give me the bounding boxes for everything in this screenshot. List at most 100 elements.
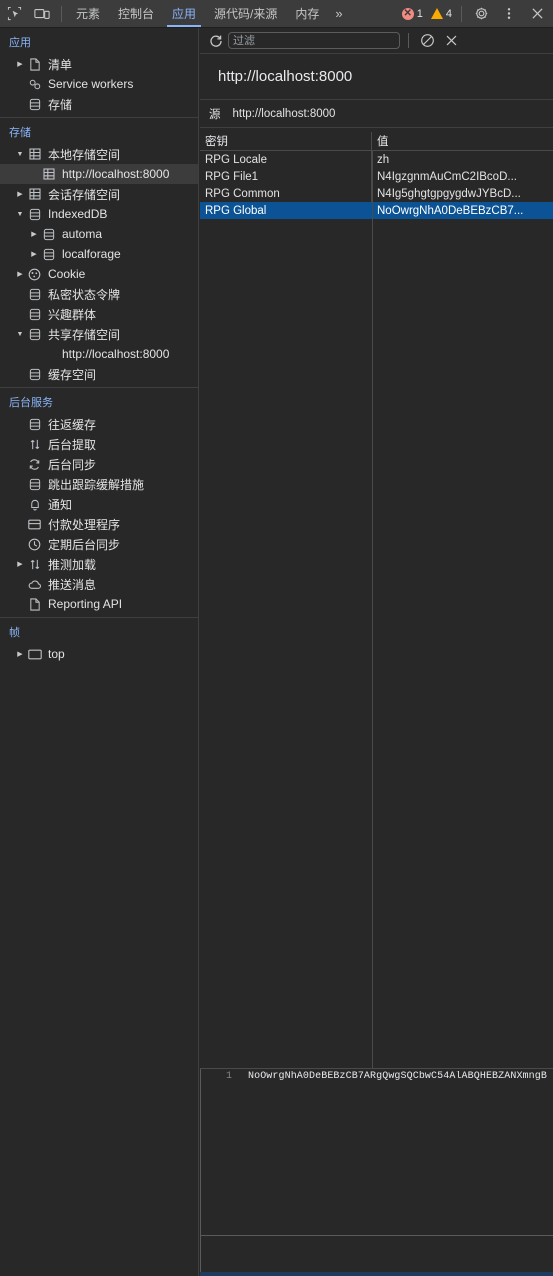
kebab-menu-icon[interactable] [495, 6, 523, 21]
cell-value: zh [377, 153, 390, 166]
sidebar-item-manifest[interactable]: 清单 [0, 54, 198, 74]
more-tabs-button[interactable]: » [328, 0, 349, 27]
sidebar-item-frame-top[interactable]: top [0, 644, 198, 664]
table-empty-area [200, 151, 553, 1068]
delete-selected-icon[interactable] [439, 29, 463, 53]
arrows-updown-icon [26, 558, 43, 571]
refresh-icon[interactable] [204, 29, 228, 53]
tab-application[interactable]: 应用 [163, 0, 205, 27]
warning-counter[interactable]: 4 [427, 8, 456, 20]
sidebar-item-periodic-background-sync[interactable]: 定期后台同步 [0, 534, 198, 554]
sidebar-item-indexeddb-localforage-label: localforage [62, 247, 121, 261]
device-toolbar-icon[interactable] [28, 0, 56, 27]
sidebar-item-storage[interactable]: 存储 [0, 94, 198, 114]
sidebar-item-private-state-tokens[interactable]: 私密状态令牌 [0, 284, 198, 304]
sidebar-item-background-sync[interactable]: 后台同步 [0, 454, 198, 474]
sidebar-item-indexeddb[interactable]: IndexedDB [0, 204, 198, 224]
sidebar-item-back-forward-cache-label: 往返缓存 [48, 417, 97, 432]
chevron-down-icon[interactable] [14, 211, 26, 218]
cell-value: N4Ig5ghgtgpgygdwJYBcD... [377, 187, 521, 200]
table-row[interactable]: RPG File1 N4IgzgnmAuCmC2IBcoD... [200, 168, 553, 185]
payment-icon [26, 519, 43, 530]
clear-all-icon[interactable] [415, 29, 439, 53]
sidebar-item-notifications-label: 通知 [48, 497, 73, 512]
chevron-right-icon[interactable] [14, 60, 26, 68]
chevron-right-icon[interactable] [14, 190, 26, 198]
sidebar-item-interest-groups[interactable]: 兴趣群体 [0, 304, 198, 324]
column-header-value[interactable]: 值 [372, 132, 553, 151]
devtools-tabbar: 元素 控制台 应用 源代码/来源 内存 » ✕ 1 4 [0, 0, 553, 28]
tab-elements[interactable]: 元素 [67, 0, 109, 27]
sidebar-item-cookie-label: Cookie [48, 267, 86, 281]
column-divider [372, 151, 373, 1068]
table-row[interactable]: RPG Common N4Ig5ghgtgpgygdwJYBcD... [200, 185, 553, 202]
table-row[interactable]: RPG Locale zh [200, 151, 553, 168]
chevron-right-icon[interactable] [28, 250, 40, 258]
sidebar-item-shared-storage[interactable]: 共享存储空间 [0, 324, 198, 344]
column-header-key[interactable]: 密钥 [200, 131, 372, 151]
sidebar-item-local-storage-origin[interactable]: http://localhost:8000 [0, 164, 198, 184]
local-storage-panel: http://localhost:8000 源 http://localhost… [200, 28, 553, 1276]
sidebar-item-background-fetch[interactable]: 后台提取 [0, 434, 198, 454]
chevron-right-icon[interactable] [14, 560, 26, 568]
toolbar-divider [408, 33, 409, 48]
database-icon [26, 288, 43, 301]
sidebar-item-indexeddb-localforage[interactable]: localforage [0, 244, 198, 264]
preview-code-line: 1 NoOwrgNhA0DeBEBzCB7ARgQwgSQCbwC54AlABQ… [200, 1069, 553, 1086]
table-header: 密钥 值 [200, 131, 553, 151]
close-icon[interactable] [523, 7, 551, 20]
table-body: RPG Locale zh RPG File1 N4IgzgnmAuCmC2IB… [200, 151, 553, 1068]
sidebar-item-local-storage[interactable]: 本地存储空间 [0, 144, 198, 164]
origin-metadata-row: 源 http://localhost:8000 [200, 100, 553, 128]
sidebar-item-notifications[interactable]: 通知 [0, 494, 198, 514]
sidebar-item-bounce-tracking[interactable]: 跳出跟踪缓解措施 [0, 474, 198, 494]
sidebar-item-payment-handler-label: 付款处理程序 [48, 517, 121, 532]
sidebar-item-service-workers-label: Service workers [48, 77, 134, 91]
sidebar-item-service-workers[interactable]: Service workers [0, 74, 198, 94]
cell-value: NoOwrgNhA0DeBEBzCB7... [377, 204, 524, 217]
cloud-icon [26, 579, 43, 590]
devtools-window: 元素 控制台 应用 源代码/来源 内存 » ✕ 1 4 应用 ▶ 清单 Serv… [0, 0, 553, 1276]
sidebar-item-shared-storage-origin-label: http://localhost:8000 [62, 347, 170, 361]
storage-toolbar [200, 28, 553, 54]
chevron-down-icon[interactable] [14, 331, 26, 338]
sidebar-item-session-storage[interactable]: 会话存储空间 [0, 184, 198, 204]
warning-count: 4 [445, 7, 452, 20]
inspect-element-icon[interactable] [0, 0, 28, 27]
chevron-right-icon[interactable] [14, 650, 26, 658]
chevron-right-icon[interactable] [14, 270, 26, 278]
sidebar-item-manifest-label: 清单 [48, 57, 73, 72]
frame-icon [26, 649, 43, 660]
sidebar-item-shared-storage-origin[interactable]: http://localhost:8000 [0, 344, 198, 364]
preview-value-text: NoOwrgNhA0DeBEBzCB7ARgQwgSQCbwC54AlABQHE… [248, 1071, 547, 1082]
table-row-selected[interactable]: RPG Global NoOwrgNhA0DeBEBzCB7... [200, 202, 553, 219]
sidebar-item-back-forward-cache[interactable]: 往返缓存 [0, 414, 198, 434]
sidebar-item-background-sync-label: 后台同步 [48, 457, 97, 472]
sidebar-item-interest-groups-label: 兴趣群体 [48, 307, 97, 322]
file-icon [26, 597, 43, 611]
sidebar-item-indexeddb-automa[interactable]: automa [0, 224, 198, 244]
sidebar-item-reporting-api[interactable]: Reporting API [0, 594, 198, 614]
application-sidebar[interactable]: 应用 清单 Service workers 存储 存储 [0, 28, 199, 1276]
sidebar-item-speculative-loads[interactable]: 推测加载 [0, 554, 198, 574]
warning-icon [430, 8, 443, 19]
value-preview-pane[interactable]: 1 NoOwrgNhA0DeBEBzCB7ARgQwgSQCbwC54AlABQ… [200, 1068, 553, 1276]
error-counter[interactable]: ✕ 1 [398, 7, 427, 20]
tab-sources[interactable]: 源代码/来源 [205, 0, 286, 27]
gear-icon[interactable] [467, 6, 495, 21]
tab-console[interactable]: 控制台 [109, 0, 163, 27]
filter-input[interactable] [228, 32, 400, 49]
storage-table[interactable]: 密钥 值 RPG Locale zh RPG File1 N4IgzgnmAuC… [200, 131, 553, 1068]
chevron-down-icon[interactable] [14, 151, 26, 158]
sidebar-item-cookie[interactable]: Cookie [0, 264, 198, 284]
database-icon [40, 228, 57, 241]
tab-memory-label: 内存 [295, 7, 320, 21]
tab-memory[interactable]: 内存 [286, 0, 328, 27]
table-grid-icon [40, 168, 57, 180]
preview-divider[interactable] [200, 1235, 553, 1236]
sidebar-item-payment-handler[interactable]: 付款处理程序 [0, 514, 198, 534]
cell-key: RPG Locale [200, 151, 372, 168]
sidebar-item-push-messaging[interactable]: 推送消息 [0, 574, 198, 594]
sidebar-item-cache-storage[interactable]: 缓存空间 [0, 364, 198, 384]
chevron-right-icon[interactable] [28, 230, 40, 238]
